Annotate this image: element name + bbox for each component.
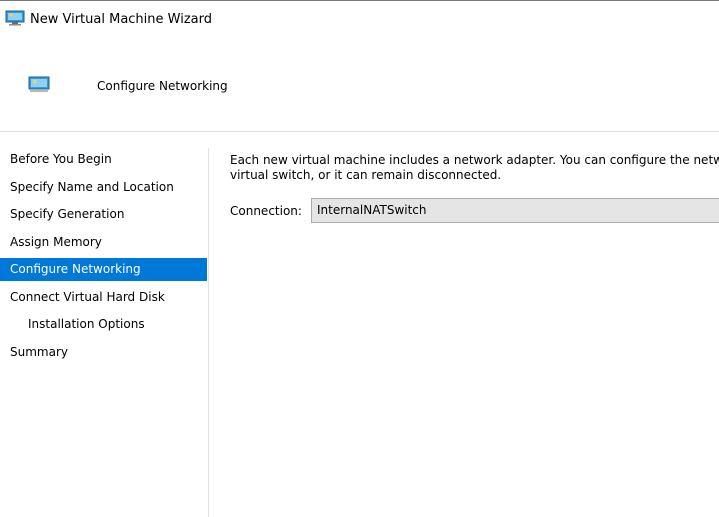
nav-item-connect-virtual-hard-disk[interactable]: Connect Virtual Hard Disk [0,286,207,309]
virtual-machine-icon [5,10,25,30]
virtual-machine-icon [28,76,50,98]
networking-description: Each new virtual machine includes a netw… [230,153,719,183]
window-title: New Virtual Machine Wizard [30,12,212,27]
nav-item-installation-options[interactable]: Installation Options [0,313,207,336]
connection-label: Connection: [230,204,302,218]
description-line-1: Each new virtual machine includes a netw… [230,153,719,167]
nav-item-before-you-begin[interactable]: Before You Begin [0,148,207,171]
title-bar[interactable]: New Virtual Machine Wizard [0,0,719,38]
wizard-window: New Virtual Machine Wizard Configure Net… [0,0,719,517]
nav-item-configure-networking[interactable]: Configure Networking [0,258,207,281]
connection-dropdown[interactable]: InternalNATSwitch [311,198,719,223]
description-line-2: virtual switch, or it can remain disconn… [230,168,502,182]
connection-selected-value: InternalNATSwitch [317,203,427,217]
nav-item-summary[interactable]: Summary [0,341,207,364]
wizard-header: Configure Networking [0,38,719,131]
nav-item-specify-name-location[interactable]: Specify Name and Location [0,176,207,199]
nav-item-specify-generation[interactable]: Specify Generation [0,203,207,226]
nav-item-assign-memory[interactable]: Assign Memory [0,231,207,254]
sidebar-divider [208,148,209,517]
page-title: Configure Networking [97,79,228,93]
wizard-steps-nav: Before You Begin Specify Name and Locati… [0,132,208,517]
